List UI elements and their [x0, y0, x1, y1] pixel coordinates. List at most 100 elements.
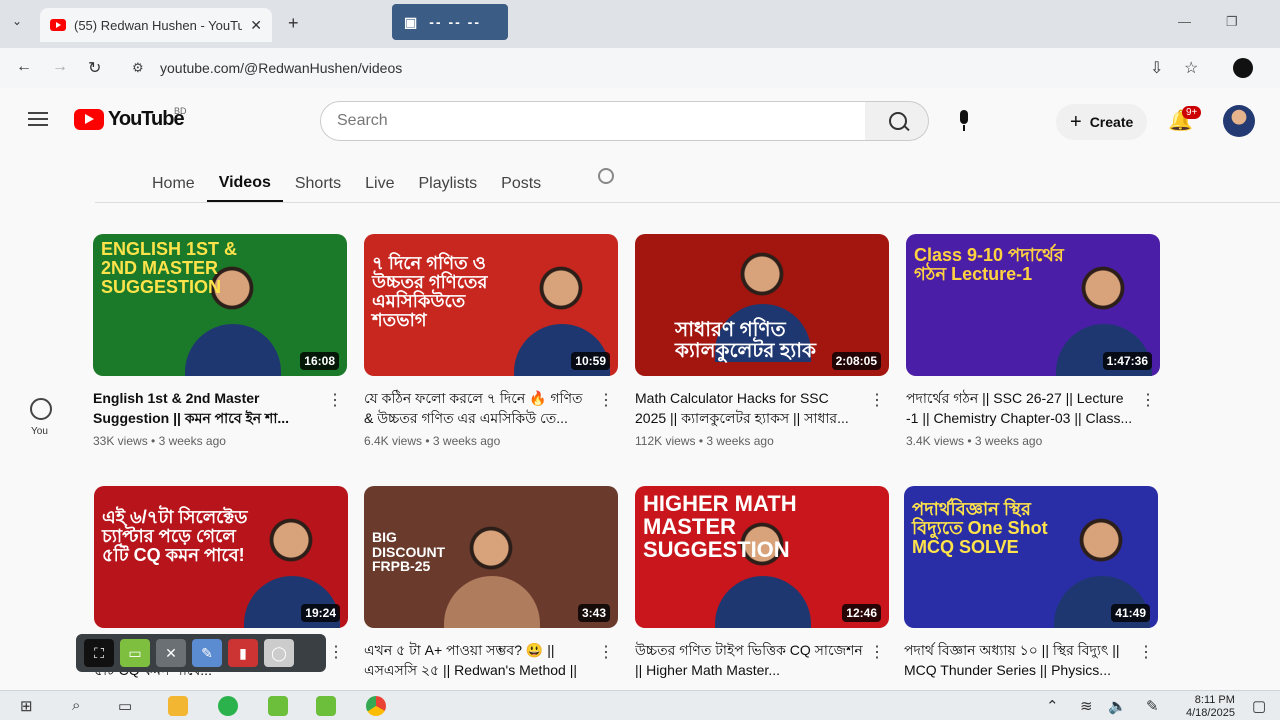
create-label: Create	[1089, 114, 1134, 130]
select-region-icon[interactable]: ⛶	[84, 639, 114, 667]
pen-menu-icon[interactable]: ✎	[1146, 697, 1159, 715]
more-options-icon[interactable]: ⋮	[869, 390, 885, 410]
video-card[interactable]: সাধারণ গণিত ক্যালকুলেটর হ্যাক 2:08:05 Ma…	[635, 234, 889, 448]
video-title[interactable]: English 1st & 2nd Master Suggestion || ক…	[93, 388, 347, 428]
video-card[interactable]: ENGLISH 1ST & 2ND MASTER SUGGESTION 16:0…	[93, 234, 347, 448]
thumbnail-text: Class 9-10 পদার্থের গঠন Lecture-1	[914, 245, 1064, 284]
notification-badge: 9+	[1182, 106, 1202, 119]
back-icon[interactable]: ←	[16, 58, 32, 76]
notes-app-2-taskbar-icon[interactable]	[316, 696, 336, 716]
close-tab-icon[interactable]: ✕	[250, 17, 262, 34]
address-bar-row: ← → ↻ ⚙ youtube.com/@RedwanHushen/videos…	[0, 48, 1280, 88]
tab-videos[interactable]: Videos	[206, 162, 283, 202]
whatsapp-icon[interactable]	[218, 696, 238, 716]
channel-tabs: Home Videos Shorts Live Playlists Posts	[140, 162, 553, 202]
browser-tab-strip: ⌄ (55) Redwan Hushen - YouTube ✕ + ▣ -- …	[0, 0, 1280, 48]
video-thumbnail[interactable]: Class 9-10 পদার্থের গঠন Lecture-1 1:47:3…	[906, 234, 1160, 376]
forward-icon[interactable]: →	[52, 58, 68, 76]
site-settings-icon[interactable]: ⚙	[132, 60, 144, 76]
video-title[interactable]: এখন ৫ টা A+ পাওয়া সম্ভব? 😃 || এসএসসি ২৫…	[364, 640, 618, 680]
account-avatar[interactable]	[1223, 105, 1255, 137]
tab-shorts[interactable]: Shorts	[283, 162, 353, 202]
more-options-icon[interactable]: ⋮	[327, 390, 343, 410]
thumbnail-text: এই ৬/৭টা সিলেক্টেড চ্যাপ্টার পড়ে গেলে ৫…	[102, 507, 248, 565]
video-meta: 3.4K views • 3 weeks ago	[906, 434, 1043, 448]
tab-live[interactable]: Live	[353, 162, 406, 202]
video-duration: 12:46	[842, 604, 881, 622]
notes-app-taskbar-icon[interactable]	[268, 696, 288, 716]
show-hidden-icons-chevron-icon[interactable]: ⌃	[1046, 697, 1059, 715]
video-title[interactable]: যে কঠিন ফলো করলে ৭ দিনে 🔥 গণিত & উচ্চতর …	[364, 388, 618, 428]
create-button[interactable]: + Create	[1056, 104, 1148, 140]
video-thumbnail[interactable]: এই ৬/৭টা সিলেক্টেড চ্যাপ্টার পড়ে গেলে ৫…	[94, 486, 348, 628]
youtube-page: YouTube BD Search + Create 🔔 9+ Home Vid…	[0, 88, 1280, 690]
youtube-logo[interactable]: YouTube	[74, 108, 185, 131]
video-thumbnail[interactable]: সাধারণ গণিত ক্যালকুলেটর হ্যাক 2:08:05	[635, 234, 889, 376]
video-card[interactable]: ৭ দিনে গণিত ও উচ্চতর গণিতের এমসিকিউতে শত…	[364, 234, 618, 448]
more-options-icon[interactable]: ⋮	[598, 642, 614, 662]
tab-title: (55) Redwan Hushen - YouTube	[74, 17, 243, 33]
video-title[interactable]: উচ্চতর গণিত টাইপ ভিত্তিক CQ সাজেশন || Hi…	[635, 640, 889, 680]
browser-tab[interactable]: (55) Redwan Hushen - YouTube ✕	[40, 8, 272, 42]
voice-search-mic-icon[interactable]	[944, 101, 984, 141]
start-windows-icon[interactable]: ⊞	[20, 697, 33, 715]
restore-button[interactable]: ❐	[1226, 14, 1238, 30]
video-title[interactable]: পদার্থ বিজ্ঞান অধ্যায় ১০ || স্থির বিদ্য…	[904, 640, 1158, 680]
reload-icon[interactable]: ↻	[88, 58, 101, 78]
video-title[interactable]: Math Calculator Hacks for SSC 2025 || ক্…	[635, 388, 889, 428]
video-duration: 41:49	[1111, 604, 1150, 622]
more-options-icon[interactable]: ⋮	[1140, 390, 1156, 410]
video-duration: 10:59	[571, 352, 610, 370]
taskbar-search-icon[interactable]: ⌕	[72, 697, 80, 714]
channel-search-icon[interactable]	[598, 168, 614, 184]
video-thumbnail[interactable]: ENGLISH 1ST & 2ND MASTER SUGGESTION 16:0…	[93, 234, 347, 376]
video-title[interactable]: পদার্থের গঠন || SSC 26-27 || Lecture -1 …	[906, 388, 1160, 428]
youtube-play-icon	[74, 109, 104, 130]
video-duration: 2:08:05	[831, 352, 881, 370]
new-tab-button[interactable]: +	[288, 13, 299, 34]
notification-center-icon[interactable]: ▢	[1252, 697, 1266, 715]
hamburger-menu-icon[interactable]	[28, 112, 48, 126]
wifi-icon[interactable]: ≋	[1080, 697, 1093, 715]
notes-app-icon[interactable]: ▭	[120, 639, 150, 667]
marker-icon[interactable]: ▮	[228, 639, 258, 667]
tab-playlists[interactable]: Playlists	[406, 162, 489, 202]
tab-list-button[interactable]: ⌄	[12, 14, 22, 28]
more-options-icon[interactable]: ⋮	[1138, 642, 1154, 662]
install-app-icon[interactable]: ⇩	[1150, 58, 1163, 78]
video-thumbnail[interactable]: পদার্থবিজ্ঞান স্থির বিদ্যুতে One Shot MC…	[904, 486, 1158, 628]
url-field[interactable]: youtube.com/@RedwanHushen/videos	[160, 60, 402, 76]
eraser-icon[interactable]: ◯	[264, 639, 294, 667]
more-options-icon[interactable]: ⋮	[598, 390, 614, 410]
video-thumbnail[interactable]: ৭ দিনে গণিত ও উচ্চতর গণিতের এমসিকিউতে শত…	[364, 234, 618, 376]
volume-icon[interactable]: 🔈	[1108, 697, 1127, 715]
search-button[interactable]	[865, 101, 929, 141]
tab-home[interactable]: Home	[140, 162, 207, 202]
file-explorer-icon[interactable]	[168, 696, 188, 716]
video-thumbnail[interactable]: BIG DISCOUNT FRPB-25 3:43	[364, 486, 618, 628]
chrome-icon[interactable]	[366, 696, 386, 716]
you-icon[interactable]	[30, 398, 52, 420]
tools-icon[interactable]: ✕	[156, 639, 186, 667]
system-clock[interactable]: 8:11 PM 4/18/2025	[1186, 694, 1235, 720]
video-card[interactable]: পদার্থবিজ্ঞান স্থির বিদ্যুতে One Shot MC…	[904, 486, 1158, 680]
browser-profile-avatar[interactable]	[1233, 58, 1253, 78]
video-duration: 16:08	[300, 352, 339, 370]
search-input[interactable]: Search	[320, 101, 866, 141]
you-label: You	[31, 426, 48, 437]
minimize-button[interactable]: —	[1178, 14, 1191, 29]
screen-recorder-pill[interactable]: ▣ -- -- --	[392, 4, 508, 40]
youtube-favicon-icon	[50, 19, 66, 31]
video-thumbnail[interactable]: HIGHER MATH MASTER SUGGESTION 12:46	[635, 486, 889, 628]
video-duration: 1:47:36	[1102, 352, 1152, 370]
capture-toolbar: ⛶ ▭ ✕ ✎ ▮ ◯	[76, 634, 326, 672]
video-card[interactable]: HIGHER MATH MASTER SUGGESTION 12:46 উচ্চ…	[635, 486, 889, 680]
video-card[interactable]: Class 9-10 পদার্থের গঠন Lecture-1 1:47:3…	[906, 234, 1160, 448]
video-card[interactable]: BIG DISCOUNT FRPB-25 3:43 এখন ৫ টা A+ পা…	[364, 486, 618, 680]
more-options-icon[interactable]: ⋮	[328, 642, 344, 662]
tab-posts[interactable]: Posts	[489, 162, 553, 202]
bookmark-star-icon[interactable]: ☆	[1184, 58, 1198, 78]
more-options-icon[interactable]: ⋮	[869, 642, 885, 662]
pen-icon[interactable]: ✎	[192, 639, 222, 667]
task-view-icon[interactable]: ▭	[118, 697, 132, 715]
